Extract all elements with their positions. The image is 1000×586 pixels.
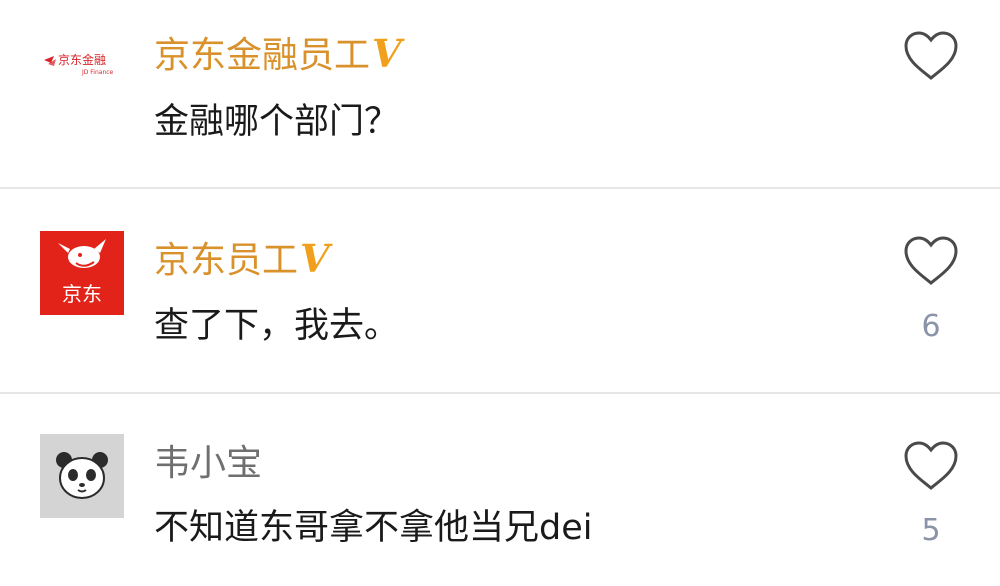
svg-text:京东: 京东 — [62, 282, 102, 306]
like-count: 5 — [921, 513, 941, 548]
heart-outline-icon[interactable] — [903, 235, 959, 287]
like-count: 6 — [921, 309, 941, 344]
username[interactable]: 京东金融员工V — [154, 32, 402, 78]
svg-text:京东金融: 京东金融 — [58, 52, 106, 67]
verified-badge-icon: V — [300, 236, 330, 281]
username-text[interactable]: 京东金融员工 — [154, 35, 370, 76]
svg-text:JD Finance: JD Finance — [81, 69, 114, 76]
comment-text: 不知道东哥拿不拿他当兄dei — [154, 508, 593, 548]
avatar-jd-finance[interactable]: 京东金融 JD Finance — [40, 22, 124, 106]
jd-finance-logo: 京东金融 JD Finance — [44, 52, 114, 76]
comment-item: 韦小宝 不知道东哥拿不拿他当兄dei 5 — [0, 394, 1000, 586]
comment-item: 京东 京东员工V 查了下，我去。 6 — [0, 189, 1000, 393]
username-text[interactable]: 京东员工 — [154, 240, 298, 281]
avatar-panda[interactable] — [40, 434, 124, 518]
username-text[interactable]: 韦小宝 — [154, 443, 262, 484]
verified-badge-icon: V — [372, 31, 402, 76]
heart-outline-icon[interactable] — [903, 30, 959, 82]
comment-item: 京东金融 JD Finance 京东金融员工V 金融哪个部门？ — [0, 0, 1000, 188]
jd-logo: 京东 — [58, 239, 106, 306]
username[interactable]: 京东员工V — [154, 237, 330, 283]
comment-text: 金融哪个部门？ — [154, 102, 400, 142]
avatar-jd[interactable]: 京东 — [40, 231, 124, 315]
username[interactable]: 韦小宝 — [154, 442, 262, 486]
heart-outline-icon[interactable] — [903, 440, 959, 492]
panda-avatar-icon — [56, 452, 108, 499]
comment-text: 查了下，我去。 — [154, 306, 400, 346]
